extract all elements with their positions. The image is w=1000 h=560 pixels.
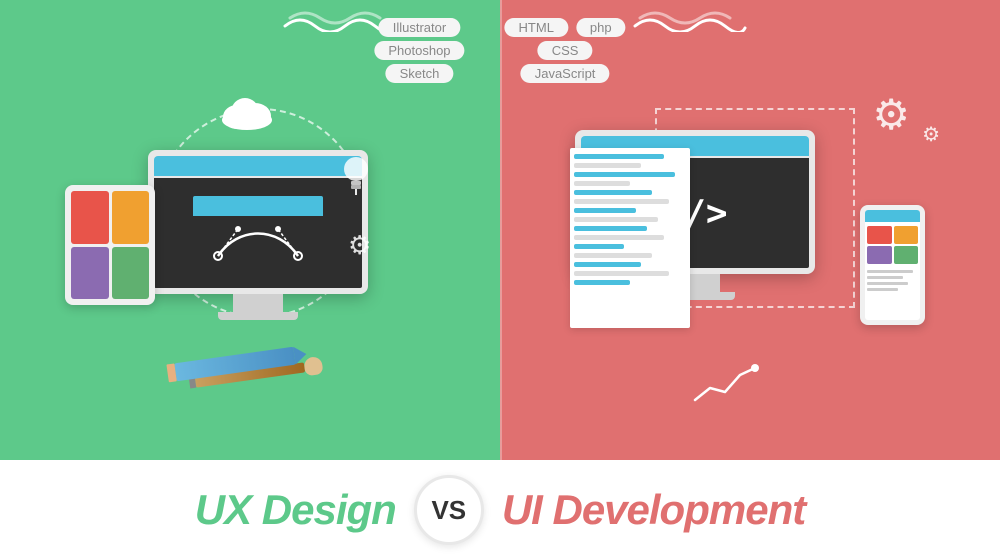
gear-left-icon: ⚙	[348, 230, 371, 261]
skill-sketch: Sketch	[386, 64, 454, 83]
skill-html: HTML	[505, 18, 568, 37]
phone-screen	[865, 210, 920, 320]
tablet-cell-4	[112, 247, 150, 300]
phone	[860, 205, 925, 325]
skill-illustrator: Illustrator	[379, 18, 460, 37]
chart-squiggle-icon	[690, 360, 760, 415]
lightbulb-icon	[340, 155, 372, 204]
gear-right-small-icon: ⚙	[922, 122, 940, 147]
cloud-icon	[217, 92, 277, 137]
monitor-stand-left	[233, 294, 283, 312]
tablet	[65, 185, 155, 305]
center-divider	[500, 0, 502, 460]
phone-cell-2	[894, 226, 919, 244]
phone-cell-3	[867, 246, 892, 264]
skill-php: php	[576, 18, 626, 37]
title-ui-development: UI Development	[502, 486, 805, 534]
dev-skills: HTML php CSS JavaScript	[505, 18, 626, 83]
title-ux-design: UX Design	[195, 486, 396, 534]
design-skills: Illustrator Photoshop Sketch	[374, 18, 464, 83]
skill-photoshop: Photoshop	[374, 41, 464, 60]
skill-css: CSS	[538, 41, 593, 60]
vs-badge: VS	[414, 475, 484, 545]
tablet-cell-2	[112, 191, 150, 244]
gear-right-big-icon: ⚙	[872, 90, 910, 139]
monitor-top-bar-left	[154, 156, 362, 176]
skill-javascript: JavaScript	[521, 64, 610, 83]
phone-grid	[865, 224, 920, 266]
phone-cell-4	[894, 246, 919, 264]
phone-top-bar	[865, 210, 920, 222]
code-document	[570, 148, 690, 328]
monitor-left	[148, 150, 368, 320]
tablet-cell-3	[71, 247, 109, 300]
phone-lines	[865, 266, 920, 298]
title-bar: UX Design VS UI Development	[0, 460, 1000, 560]
monitor-base-left	[218, 312, 298, 320]
wave-decoration-right	[630, 10, 750, 32]
monitor-screen-left	[154, 178, 362, 288]
phone-cell-1	[867, 226, 892, 244]
tablet-cell-1	[71, 191, 109, 244]
tablet-screen	[71, 191, 149, 299]
